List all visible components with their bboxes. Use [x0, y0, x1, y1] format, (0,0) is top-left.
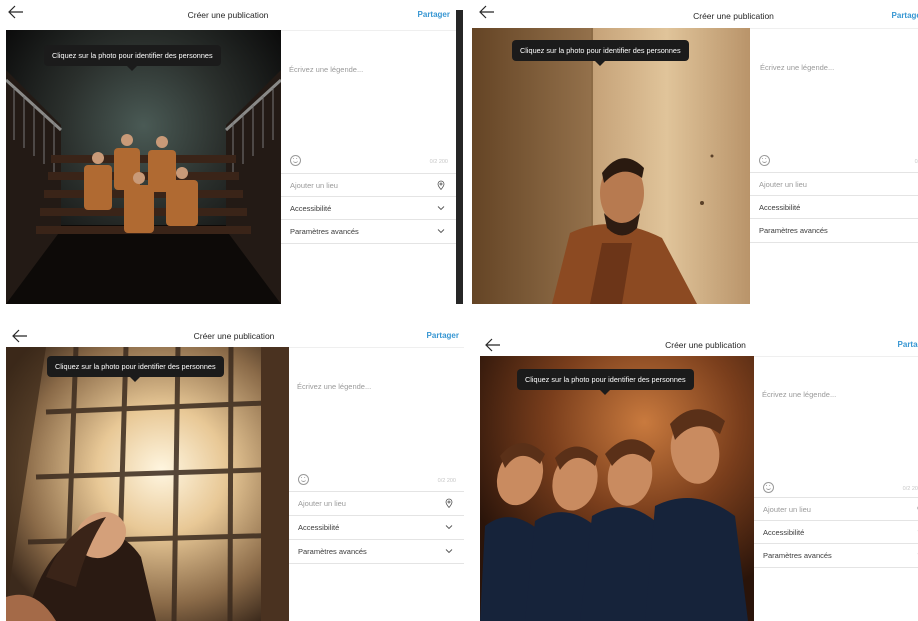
add-location-row[interactable]: Ajouter un lieu	[281, 173, 456, 197]
tag-people-tooltip: Cliquez sur la photo pour identifier des…	[47, 356, 224, 382]
accessibility-label: Accessibilité	[298, 523, 340, 532]
chevron-down-icon	[445, 549, 453, 554]
post-photo[interactable]	[6, 30, 281, 304]
add-location-label: Ajouter un lieu	[290, 181, 338, 190]
post-photo[interactable]	[6, 347, 289, 621]
caption-input[interactable]: Écrivez une légende...	[762, 390, 836, 399]
post-options-sidebar: Écrivez une légende... 0/2 200 Ajouter u…	[281, 30, 456, 306]
chevron-down-icon	[437, 229, 445, 234]
composer-header: Créer une publication Partager	[0, 0, 456, 30]
advanced-settings-row[interactable]: Paramètres avancés	[750, 218, 918, 243]
add-location-label: Ajouter un lieu	[298, 499, 346, 508]
char-counter: 0/2 200	[429, 159, 448, 165]
accessibility-row[interactable]: Accessibilité	[750, 195, 918, 219]
tag-people-tooltip: Cliquez sur la photo pour identifier des…	[517, 369, 694, 395]
add-location-row[interactable]: Ajouter un lieu	[754, 497, 918, 521]
char-counter: 0/2 200	[902, 486, 918, 492]
location-pin-icon	[437, 180, 445, 190]
location-pin-icon	[445, 498, 453, 508]
accessibility-row[interactable]: Accessibilité	[754, 520, 918, 544]
accessibility-label: Accessibilité	[763, 528, 805, 537]
advanced-settings-label: Paramètres avancés	[290, 227, 359, 236]
chevron-down-icon	[445, 525, 453, 530]
smiley-icon[interactable]	[290, 155, 301, 166]
add-location-label: Ajouter un lieu	[759, 180, 807, 189]
page-title: Créer une publication	[193, 331, 275, 341]
share-button[interactable]: Partager	[898, 340, 918, 349]
advanced-settings-row[interactable]: Paramètres avancés	[281, 219, 456, 244]
post-composer-2: Créer une publication Partager Cliquez s…	[463, 0, 918, 306]
accessibility-label: Accessibilité	[759, 203, 801, 212]
caption-input[interactable]: Écrivez une légende...	[760, 63, 834, 72]
post-photo[interactable]	[480, 356, 754, 621]
share-button[interactable]: Partager	[418, 10, 450, 19]
post-options-sidebar: Écrivez une légende... 0/2 200 Ajouter u…	[754, 356, 918, 621]
chevron-down-icon	[437, 206, 445, 211]
page-title: Créer une publication	[693, 11, 774, 21]
advanced-settings-row[interactable]: Paramètres avancés	[289, 539, 464, 564]
advanced-settings-label: Paramètres avancés	[298, 547, 367, 556]
char-counter: 0/2 200	[437, 478, 456, 484]
post-photo[interactable]	[472, 28, 750, 304]
char-counter: 0/2 200	[914, 159, 918, 165]
panel-divider	[456, 10, 463, 304]
smiley-icon[interactable]	[763, 482, 774, 493]
post-composer-3: Créer une publication Partager Cliquez s…	[0, 321, 468, 621]
page-title: Créer une publication	[665, 340, 746, 350]
post-composer-1: Créer une publication Partager Cliquez s…	[0, 0, 456, 306]
advanced-settings-label: Paramètres avancés	[763, 551, 832, 560]
smiley-icon[interactable]	[298, 474, 309, 485]
advanced-settings-label: Paramètres avancés	[759, 226, 828, 235]
caption-input[interactable]: Écrivez une légende...	[297, 382, 371, 391]
add-location-row[interactable]: Ajouter un lieu	[289, 491, 464, 515]
smiley-icon[interactable]	[759, 155, 770, 166]
page-title: Créer une publication	[187, 10, 269, 20]
accessibility-row[interactable]: Accessibilité	[281, 196, 456, 220]
share-button[interactable]: Partager	[427, 331, 459, 340]
add-location-label: Ajouter un lieu	[763, 505, 811, 514]
post-options-sidebar: Écrivez une légende... 0/2 200 Ajouter u…	[750, 28, 918, 306]
tag-people-tooltip: Cliquez sur la photo pour identifier des…	[512, 40, 689, 66]
composer-header: Créer une publication Partager	[463, 0, 918, 30]
caption-input[interactable]: Écrivez une légende...	[289, 65, 363, 74]
post-options-sidebar: Écrivez une légende... 0/2 200 Ajouter u…	[289, 347, 464, 621]
share-button[interactable]: Partager	[892, 11, 918, 20]
tag-people-tooltip: Cliquez sur la photo pour identifier des…	[44, 45, 221, 71]
post-composer-4: Créer une publication Partager	[475, 330, 918, 621]
accessibility-row[interactable]: Accessibilité	[289, 515, 464, 539]
accessibility-label: Accessibilité	[290, 204, 332, 213]
advanced-settings-row[interactable]: Paramètres avancés	[754, 543, 918, 568]
add-location-row[interactable]: Ajouter un lieu	[750, 172, 918, 196]
